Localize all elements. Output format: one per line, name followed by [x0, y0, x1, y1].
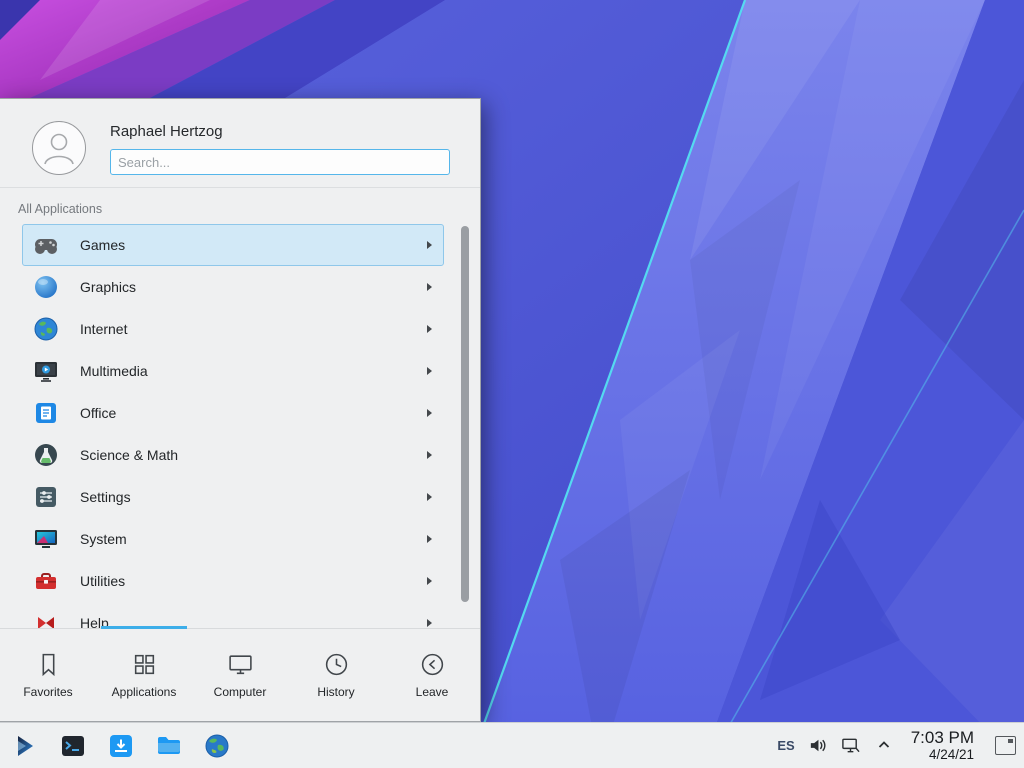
user-icon	[37, 126, 81, 170]
taskbar-launchers	[10, 731, 232, 761]
launcher-header: Raphael Hertzog	[0, 99, 480, 188]
search-input[interactable]	[110, 149, 450, 175]
volume-icon[interactable]	[808, 735, 828, 755]
expand-tray-icon[interactable]	[874, 735, 894, 755]
tab-computer[interactable]: Computer	[192, 629, 288, 721]
science-math-icon	[33, 442, 59, 468]
software-center-icon[interactable]	[106, 731, 136, 761]
submenu-arrow-icon	[427, 577, 432, 585]
web-browser-icon[interactable]	[202, 731, 232, 761]
history-icon	[323, 651, 350, 678]
games-icon	[33, 232, 59, 258]
tab-history[interactable]: History	[288, 629, 384, 721]
tab-label: History	[317, 685, 354, 699]
system-icon	[33, 526, 59, 552]
active-tab-indicator	[101, 626, 187, 629]
category-label: System	[80, 531, 127, 547]
submenu-arrow-icon	[427, 367, 432, 375]
file-manager-icon[interactable]	[154, 731, 184, 761]
graphics-icon	[33, 274, 59, 300]
user-name: Raphael Hertzog	[110, 123, 450, 140]
submenu-arrow-icon	[427, 451, 432, 459]
category-label: Graphics	[80, 279, 136, 295]
submenu-arrow-icon	[427, 535, 432, 543]
kickoff-menu-icon[interactable]	[10, 731, 40, 761]
category-item-system[interactable]: System	[22, 518, 444, 560]
tab-label: Leave	[416, 685, 449, 699]
keyboard-layout-indicator[interactable]: ES	[777, 738, 794, 753]
submenu-arrow-icon	[427, 241, 432, 249]
category-item-office[interactable]: Office	[22, 392, 444, 434]
category-label: Settings	[80, 489, 131, 505]
desktop: Raphael Hertzog All Applications Games	[0, 0, 1024, 768]
tab-label: Favorites	[23, 685, 72, 699]
category-item-internet[interactable]: Internet	[22, 308, 444, 350]
category-label: Multimedia	[80, 363, 148, 379]
tab-favorites[interactable]: Favorites	[0, 629, 96, 721]
clock[interactable]: 7:03 PM 4/24/21	[911, 728, 974, 762]
multimedia-icon	[33, 358, 59, 384]
category-label: Utilities	[80, 573, 125, 589]
clock-time: 7:03 PM	[911, 728, 974, 747]
tab-label: Applications	[112, 685, 177, 699]
launcher-tab-bar: Favorites Applications Computer	[0, 628, 480, 721]
category-item-settings[interactable]: Settings	[22, 476, 444, 518]
category-label: Internet	[80, 321, 127, 337]
category-item-games[interactable]: Games	[22, 224, 444, 266]
category-item-graphics[interactable]: Graphics	[22, 266, 444, 308]
internet-icon	[33, 316, 59, 342]
network-icon[interactable]	[841, 735, 861, 755]
submenu-arrow-icon	[427, 325, 432, 333]
category-item-utilities[interactable]: Utilities	[22, 560, 444, 602]
utilities-icon	[33, 568, 59, 594]
favorites-icon	[35, 651, 62, 678]
submenu-arrow-icon	[427, 493, 432, 501]
category-label: Science & Math	[80, 447, 178, 463]
terminal-icon[interactable]	[58, 731, 88, 761]
leave-icon	[419, 651, 446, 678]
taskbar: ES 7:03 PM 4/24/21	[0, 722, 1024, 768]
clock-date: 4/24/21	[911, 747, 974, 762]
avatar[interactable]	[32, 121, 86, 175]
system-tray: ES 7:03 PM 4/24/21	[777, 728, 1016, 762]
settings-icon	[33, 484, 59, 510]
office-icon	[33, 400, 59, 426]
submenu-arrow-icon	[427, 619, 432, 627]
applications-icon	[131, 651, 158, 678]
category-item-multimedia[interactable]: Multimedia	[22, 350, 444, 392]
section-label: All Applications	[18, 202, 480, 216]
category-item-science-math[interactable]: Science & Math	[22, 434, 444, 476]
application-launcher: Raphael Hertzog All Applications Games	[0, 98, 481, 722]
category-label: Games	[80, 237, 125, 253]
tab-applications[interactable]: Applications	[96, 629, 192, 721]
computer-icon	[227, 651, 254, 678]
tab-label: Computer	[214, 685, 267, 699]
scrollbar[interactable]	[461, 226, 469, 602]
submenu-arrow-icon	[427, 409, 432, 417]
category-label: Office	[80, 405, 116, 421]
tab-leave[interactable]: Leave	[384, 629, 480, 721]
submenu-arrow-icon	[427, 283, 432, 291]
show-desktop-button[interactable]	[995, 736, 1016, 755]
